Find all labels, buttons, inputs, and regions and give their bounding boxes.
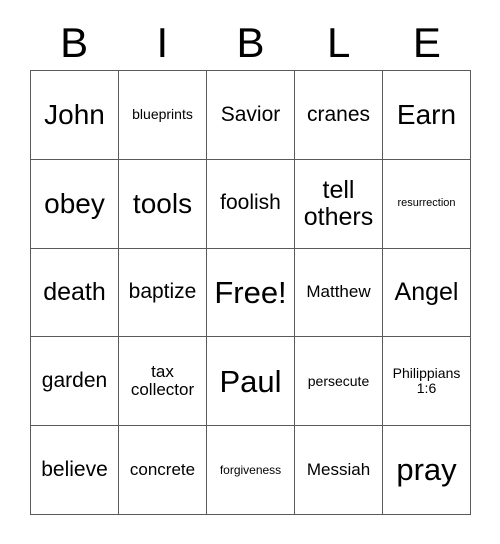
bingo-cell[interactable]: pray <box>383 426 471 515</box>
bingo-cell-label: tools <box>132 187 193 219</box>
bingo-cell-label: Paul <box>219 363 282 399</box>
bingo-cell-label: obey <box>44 187 105 219</box>
bingo-cell[interactable]: tax collector <box>119 337 207 427</box>
bingo-cell[interactable]: Philippians 1:6 <box>383 337 471 427</box>
bingo-cell-label: John <box>44 98 105 130</box>
bingo-cell[interactable]: cranes <box>295 71 383 160</box>
bingo-cell-label: Messiah <box>306 459 371 479</box>
bingo-cell[interactable]: tell others <box>295 159 383 249</box>
bingo-card: B I B L E John blueprints Savior cranes … <box>0 0 500 544</box>
bingo-cell-label: resurrection <box>397 196 456 209</box>
bingo-cell[interactable]: Angel <box>383 248 471 338</box>
bingo-cell[interactable]: Earn <box>383 71 471 160</box>
bingo-cell[interactable]: forgiveness <box>207 426 295 515</box>
header-letter-4: L <box>327 19 351 66</box>
bingo-cell[interactable]: Matthew <box>295 248 383 338</box>
bingo-cell-label: Matthew <box>306 282 371 302</box>
bingo-cell[interactable]: tools <box>119 159 207 249</box>
bingo-cell-label: concrete <box>129 459 196 479</box>
bingo-cell-label: Earn <box>396 98 457 130</box>
bingo-cell-label: persecute <box>307 372 370 389</box>
bingo-cell-label: Savior <box>220 102 281 126</box>
bingo-cell[interactable]: resurrection <box>383 159 471 249</box>
bingo-cell-label: baptize <box>128 280 197 304</box>
bingo-cell-label: Free! <box>214 274 287 310</box>
bingo-cell[interactable]: persecute <box>295 337 383 427</box>
bingo-cell[interactable]: Paul <box>207 337 295 427</box>
bingo-cell[interactable]: death <box>31 248 119 338</box>
bingo-cell[interactable]: obey <box>31 159 119 249</box>
bingo-header-row: B I B L E <box>30 16 471 70</box>
bingo-cell-label: forgiveness <box>219 462 282 477</box>
bingo-cell[interactable]: blueprints <box>119 71 207 160</box>
bingo-cell[interactable]: Savior <box>207 71 295 160</box>
header-letter-3: B <box>236 19 265 66</box>
bingo-grid: John blueprints Savior cranes Earn obey … <box>30 70 471 515</box>
bingo-cell-free-space[interactable]: Free! <box>207 248 295 338</box>
bingo-cell[interactable]: Messiah <box>295 426 383 515</box>
bingo-cell-label: pray <box>396 452 457 488</box>
bingo-cell-label: Angel <box>394 277 459 306</box>
bingo-cell-label: blueprints <box>132 106 193 123</box>
bingo-cell[interactable]: foolish <box>207 159 295 249</box>
bingo-cell[interactable]: concrete <box>119 426 207 515</box>
bingo-cell[interactable]: garden <box>31 337 119 427</box>
bingo-cell-label: death <box>43 277 106 306</box>
header-letter-1: B <box>60 19 89 66</box>
bingo-cell-label: believe <box>41 457 108 481</box>
bingo-cell[interactable]: John <box>31 71 119 160</box>
bingo-cell-label: Philippians 1:6 <box>392 365 461 397</box>
bingo-cell-label: tell others <box>303 175 374 231</box>
header-letter-5: E <box>412 19 441 66</box>
header-letter-2: I <box>156 19 169 66</box>
bingo-cell[interactable]: baptize <box>119 248 207 338</box>
bingo-cell-label: garden <box>41 368 108 392</box>
bingo-cell-label: foolish <box>220 191 281 215</box>
bingo-cell[interactable]: believe <box>31 426 119 515</box>
bingo-cell-label: tax collector <box>130 361 195 400</box>
bingo-cell-label: cranes <box>306 102 371 126</box>
